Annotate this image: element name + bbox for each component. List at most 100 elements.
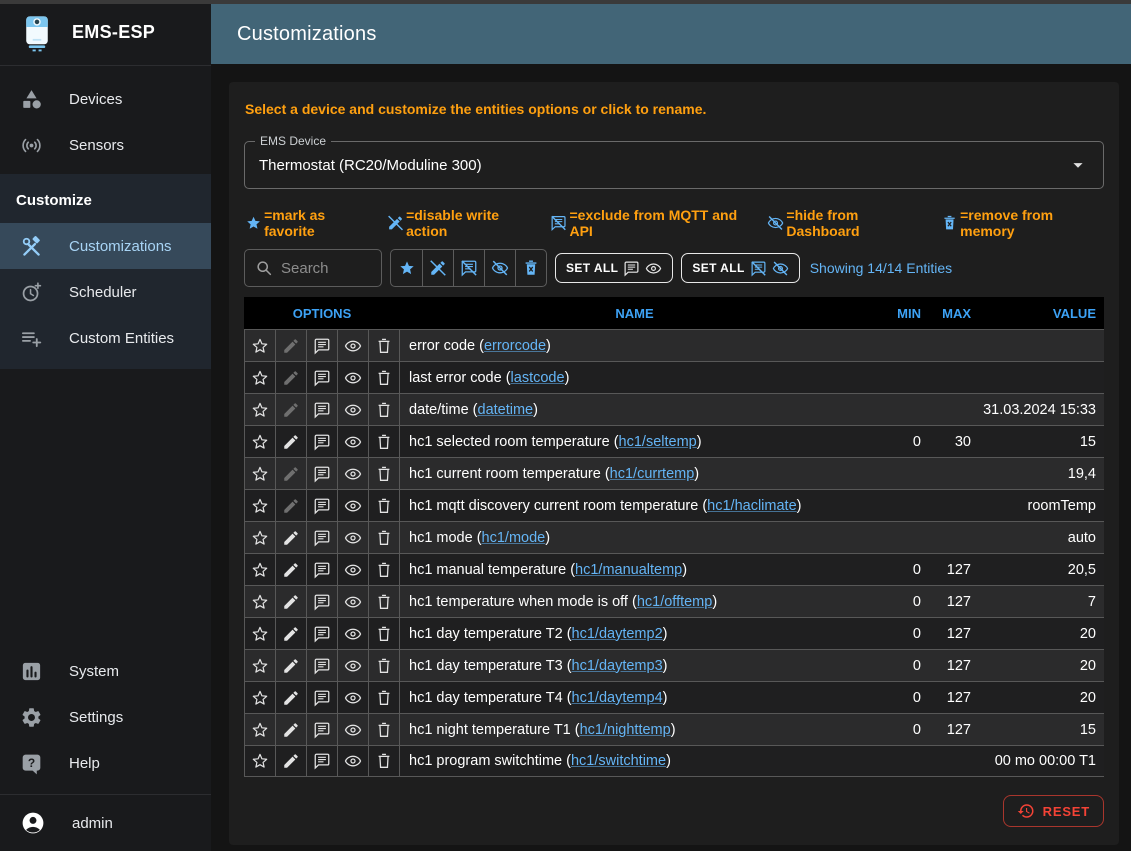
filter-hide-dashboard-button[interactable] (484, 250, 515, 286)
entity-shortname-link[interactable]: hc1/offtemp (637, 594, 713, 610)
entity-name[interactable]: hc1 selected room temperature (hc1/selte… (400, 426, 869, 457)
entity-row[interactable]: hc1 manual temperature (hc1/manualtemp) … (244, 553, 1104, 585)
visibility-button[interactable] (338, 746, 369, 776)
favorite-button[interactable] (245, 362, 276, 393)
delete-button[interactable] (369, 618, 400, 649)
delete-button[interactable] (369, 650, 400, 681)
set-all-show-button[interactable]: SET ALL (555, 253, 673, 283)
entity-shortname-link[interactable]: datetime (478, 402, 534, 418)
favorite-button[interactable] (245, 426, 276, 457)
mqtt-exclude-button[interactable] (307, 586, 338, 617)
visibility-button[interactable] (338, 362, 369, 393)
entity-name[interactable]: hc1 mode (hc1/mode) (400, 522, 869, 553)
entity-shortname-link[interactable]: hc1/daytemp4 (572, 690, 663, 706)
entity-name[interactable]: error code (errorcode) (400, 330, 869, 361)
entity-row[interactable]: hc1 program switchtime (hc1/switchtime) … (244, 745, 1104, 777)
sidebar-item-scheduler[interactable]: Scheduler (0, 269, 211, 315)
edit-button[interactable] (276, 586, 307, 617)
sidebar-item-devices[interactable]: Devices (0, 76, 211, 122)
entity-row[interactable]: hc1 day temperature T4 (hc1/daytemp4) 0 … (244, 681, 1104, 713)
edit-button[interactable] (276, 522, 307, 553)
visibility-button[interactable] (338, 682, 369, 713)
mqtt-exclude-button[interactable] (307, 522, 338, 553)
visibility-button[interactable] (338, 714, 369, 745)
edit-button[interactable] (276, 618, 307, 649)
visibility-button[interactable] (338, 618, 369, 649)
edit-button[interactable] (276, 682, 307, 713)
entity-name[interactable]: date/time (datetime) (400, 394, 869, 425)
entity-name[interactable]: hc1 night temperature T1 (hc1/nighttemp) (400, 714, 869, 745)
visibility-button[interactable] (338, 554, 369, 585)
delete-button[interactable] (369, 682, 400, 713)
delete-button[interactable] (369, 394, 400, 425)
filter-exclude-mqtt-button[interactable] (453, 250, 484, 286)
filter-favorite-button[interactable] (391, 250, 422, 286)
sidebar-item-settings[interactable]: Settings (0, 694, 211, 740)
mqtt-exclude-button[interactable] (307, 682, 338, 713)
favorite-button[interactable] (245, 618, 276, 649)
entity-row[interactable]: hc1 day temperature T2 (hc1/daytemp2) 0 … (244, 617, 1104, 649)
ems-device-select[interactable]: EMS Device Thermostat (RC20/Moduline 300… (244, 141, 1104, 189)
delete-button[interactable] (369, 330, 400, 361)
visibility-button[interactable] (338, 426, 369, 457)
edit-button[interactable] (276, 746, 307, 776)
entity-shortname-link[interactable]: errorcode (484, 338, 546, 354)
entity-shortname-link[interactable]: hc1/manualtemp (575, 562, 682, 578)
favorite-button[interactable] (245, 714, 276, 745)
filter-disable-write-button[interactable] (422, 250, 453, 286)
entity-shortname-link[interactable]: hc1/nighttemp (580, 722, 671, 738)
edit-button[interactable] (276, 714, 307, 745)
favorite-button[interactable] (245, 522, 276, 553)
edit-button[interactable] (276, 650, 307, 681)
visibility-button[interactable] (338, 650, 369, 681)
entity-name[interactable]: hc1 day temperature T3 (hc1/daytemp3) (400, 650, 869, 681)
sidebar-user-admin[interactable]: admin (0, 795, 211, 851)
favorite-button[interactable] (245, 554, 276, 585)
visibility-button[interactable] (338, 522, 369, 553)
set-all-hide-button[interactable]: SET ALL (681, 253, 799, 283)
entity-name[interactable]: hc1 temperature when mode is off (hc1/of… (400, 586, 869, 617)
mqtt-exclude-button[interactable] (307, 394, 338, 425)
edit-button[interactable] (276, 554, 307, 585)
visibility-button[interactable] (338, 394, 369, 425)
entity-shortname-link[interactable]: lastcode (511, 370, 565, 386)
entity-name[interactable]: hc1 manual temperature (hc1/manualtemp) (400, 554, 869, 585)
delete-button[interactable] (369, 490, 400, 521)
visibility-button[interactable] (338, 458, 369, 489)
entity-row[interactable]: last error code (lastcode) (244, 361, 1104, 393)
mqtt-exclude-button[interactable] (307, 714, 338, 745)
delete-button[interactable] (369, 554, 400, 585)
visibility-button[interactable] (338, 586, 369, 617)
filter-remove-memory-button[interactable] (515, 250, 546, 286)
entity-row[interactable]: hc1 night temperature T1 (hc1/nighttemp)… (244, 713, 1104, 745)
reset-button[interactable]: RESET (1003, 795, 1104, 827)
entity-row[interactable]: error code (errorcode) (244, 329, 1104, 361)
entity-shortname-link[interactable]: hc1/daytemp2 (572, 626, 663, 642)
sidebar-item-help[interactable]: Help (0, 740, 211, 786)
entity-name[interactable]: hc1 current room temperature (hc1/currte… (400, 458, 869, 489)
mqtt-exclude-button[interactable] (307, 362, 338, 393)
visibility-button[interactable] (338, 330, 369, 361)
entity-shortname-link[interactable]: hc1/haclimate (707, 498, 796, 514)
entity-name[interactable]: last error code (lastcode) (400, 362, 869, 393)
entity-row[interactable]: hc1 mode (hc1/mode) auto (244, 521, 1104, 553)
delete-button[interactable] (369, 522, 400, 553)
entity-shortname-link[interactable]: hc1/switchtime (571, 753, 666, 769)
entity-row[interactable]: hc1 current room temperature (hc1/currte… (244, 457, 1104, 489)
sidebar-item-custom-entities[interactable]: Custom Entities (0, 315, 211, 361)
edit-button[interactable] (276, 426, 307, 457)
entity-row[interactable]: date/time (datetime) 31.03.2024 15:33 (244, 393, 1104, 425)
entity-shortname-link[interactable]: hc1/mode (482, 530, 546, 546)
mqtt-exclude-button[interactable] (307, 490, 338, 521)
mqtt-exclude-button[interactable] (307, 746, 338, 776)
delete-button[interactable] (369, 586, 400, 617)
entity-name[interactable]: hc1 program switchtime (hc1/switchtime) (400, 746, 869, 776)
entity-name[interactable]: hc1 day temperature T2 (hc1/daytemp2) (400, 618, 869, 649)
favorite-button[interactable] (245, 650, 276, 681)
delete-button[interactable] (369, 426, 400, 457)
entity-row[interactable]: hc1 selected room temperature (hc1/selte… (244, 425, 1104, 457)
entity-shortname-link[interactable]: hc1/daytemp3 (572, 658, 663, 674)
favorite-button[interactable] (245, 458, 276, 489)
delete-button[interactable] (369, 458, 400, 489)
mqtt-exclude-button[interactable] (307, 618, 338, 649)
